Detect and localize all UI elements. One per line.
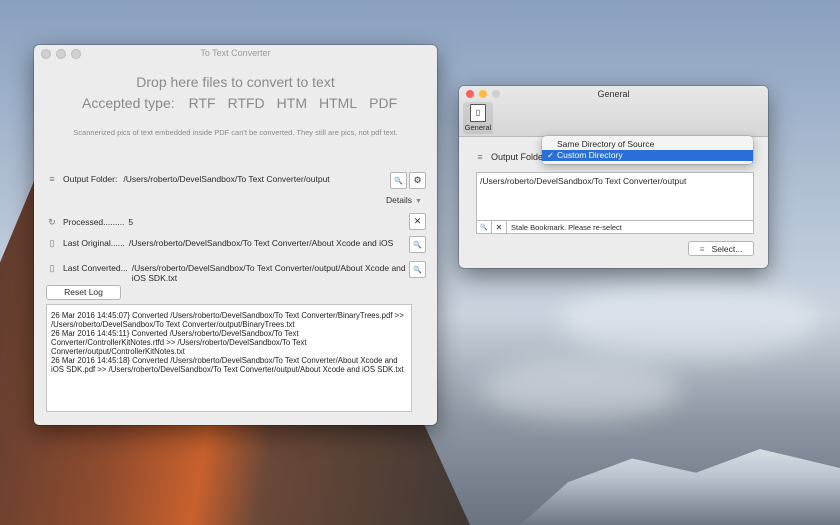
clear-button[interactable]: ✕ <box>409 213 426 230</box>
log-line: 26 Mar 2016 14:45:18} Converted /Users/r… <box>51 356 404 374</box>
last-converted-label: Last Converted... <box>63 263 128 273</box>
window-titlebar[interactable]: General <box>459 86 768 102</box>
list-icon: ≡ <box>699 243 705 254</box>
details-toggle[interactable]: Details ▼ <box>386 195 422 205</box>
gear-icon: ⚙ <box>413 175 422 185</box>
processed-count: 5 <box>128 217 134 227</box>
log-area[interactable]: 26 Mar 2016 14:45:07} Converted /Users/r… <box>46 304 412 412</box>
search-icon: 🔍 <box>480 224 488 231</box>
window-title: General <box>597 89 630 99</box>
bookmark-status: Stale Bookmark. Please re-select <box>511 222 622 232</box>
accepted-label: Accepted type: <box>82 95 175 111</box>
general-switch-icon: ▯ <box>470 104 486 122</box>
zoom-window-button[interactable] <box>71 49 81 59</box>
reset-log-button[interactable]: Reset Log <box>46 285 121 300</box>
type-html: HTML <box>319 95 358 111</box>
select-label: Select... <box>711 243 743 254</box>
drop-title: Drop here files to convert to text <box>136 74 335 90</box>
window-title: To Text Converter <box>200 48 271 58</box>
type-rtf: RTF <box>188 95 216 111</box>
last-original-label: Last Original...... <box>63 238 125 248</box>
disclosure-triangle-icon: ▼ <box>414 198 422 205</box>
search-original-button[interactable]: 🔍 <box>409 236 426 253</box>
search-icon: 🔍 <box>413 241 422 249</box>
checkmark-icon: ✓ <box>547 150 555 160</box>
cloud <box>480 360 680 420</box>
tab-general[interactable]: ▯ General <box>463 102 493 134</box>
accepted-types: Accepted type: RTF RTFD HTM HTML PDF <box>82 95 397 111</box>
output-folder-row: ≡ Output Folder: /Users/roberto/DevelSan… <box>47 174 330 184</box>
pdf-note: Scannerized pics of text embedded inside… <box>73 128 398 137</box>
menu-item-same-directory[interactable]: Same Directory of Source <box>542 139 753 150</box>
refresh-icon: ↻ <box>48 216 56 227</box>
select-button[interactable]: ≡ Select... <box>688 241 754 256</box>
search-output-button[interactable]: 🔍 <box>390 172 407 189</box>
path-toolbar: 🔍 ✕ Stale Bookmark. Please re-select <box>476 221 754 234</box>
output-folder-field: ≡ Output Folder <box>475 152 546 162</box>
output-folder-label: Output Folder: <box>63 174 118 184</box>
output-folder-path: /Users/roberto/DevelSandbox/To Text Conv… <box>123 174 330 184</box>
last-converted-path: /Users/roberto/DevelSandbox/To Text Conv… <box>131 263 406 283</box>
log-line: 26 Mar 2016 14:45:11} Converted /Users/r… <box>51 329 307 356</box>
processed-row: ↻ Processed......... 5 <box>47 216 134 228</box>
zoom-window-button[interactable] <box>492 90 500 98</box>
menu-item-custom-directory[interactable]: ✓ Custom Directory <box>542 150 753 161</box>
tab-general-label: General <box>464 123 492 132</box>
clear-path-button[interactable]: ✕ <box>492 221 507 233</box>
type-htm: HTM <box>276 95 307 111</box>
details-label: Details <box>386 195 412 205</box>
search-converted-button[interactable]: 🔍 <box>409 261 426 278</box>
close-window-button[interactable] <box>41 49 51 59</box>
close-icon: ✕ <box>413 216 422 226</box>
window-titlebar[interactable]: To Text Converter <box>34 45 437 61</box>
list-icon: ≡ <box>49 174 55 184</box>
output-folder-label: Output Folder <box>491 152 547 162</box>
type-pdf: PDF <box>369 95 398 111</box>
search-icon: 🔍 <box>394 177 403 185</box>
converter-window: To Text Converter Drop here files to con… <box>34 45 437 425</box>
minimize-window-button[interactable] <box>479 90 487 98</box>
document-icon: ▯ <box>49 262 55 273</box>
settings-button[interactable]: ⚙ <box>409 172 426 189</box>
search-icon: 🔍 <box>413 266 422 274</box>
general-preferences-window: General ▯ General ≡ Output Folder ▲▼ Sam… <box>459 86 768 268</box>
desktop-mountain-right <box>520 449 840 525</box>
last-converted-row: ▯ Last Converted... /Users/roberto/Devel… <box>47 262 407 284</box>
processed-label: Processed......... <box>63 217 125 227</box>
close-icon: ✕ <box>495 222 503 232</box>
menu-item-label: Custom Directory <box>557 150 623 160</box>
cloud <box>560 280 820 360</box>
output-folder-menu[interactable]: Same Directory of Source ✓ Custom Direct… <box>542 136 753 164</box>
minimize-window-button[interactable] <box>56 49 66 59</box>
close-window-button[interactable] <box>466 90 474 98</box>
search-path-button[interactable]: 🔍 <box>477 221 492 233</box>
document-icon: ▯ <box>49 237 55 248</box>
type-rtfd: RTFD <box>227 95 265 111</box>
list-icon: ≡ <box>477 152 483 162</box>
last-original-path: /Users/roberto/DevelSandbox/To Text Conv… <box>128 238 394 248</box>
output-path-field[interactable]: /Users/roberto/DevelSandbox/To Text Conv… <box>476 172 754 221</box>
log-line: 26 Mar 2016 14:45:07} Converted /Users/r… <box>51 311 404 329</box>
last-original-row: ▯ Last Original...... /Users/roberto/Dev… <box>47 237 394 249</box>
